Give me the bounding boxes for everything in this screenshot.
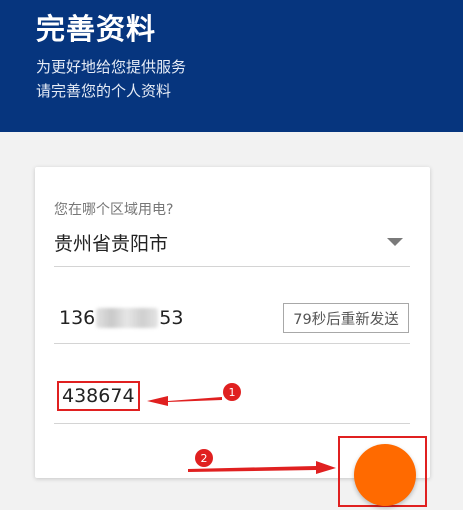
header-subtitle-line2: 请完善您的个人资料 — [36, 82, 172, 100]
dropdown-arrow-icon[interactable] — [387, 238, 403, 246]
phone-suffix: 53 — [159, 307, 184, 329]
region-select-value[interactable]: 贵州省贵阳市 — [54, 229, 168, 256]
annotation-marker-1: 1 — [223, 383, 241, 401]
submit-button[interactable] — [354, 444, 416, 506]
phone-input[interactable]: 136 53 — [59, 307, 183, 329]
page-header: 完善资料 为更好地给您提供服务 请完善您的个人资料 — [0, 0, 463, 132]
annotation-marker-2: 2 — [195, 449, 213, 467]
phone-redaction-mask — [96, 308, 159, 328]
phone-prefix: 136 — [59, 307, 96, 329]
phone-underline — [54, 343, 410, 344]
profile-form-card: 您在哪个区域用电? 贵州省贵阳市 136 53 79秒后重新发送 438674 — [35, 167, 430, 478]
region-underline — [54, 266, 410, 267]
page-title: 完善资料 — [36, 12, 157, 46]
resend-code-button[interactable]: 79秒后重新发送 — [283, 303, 409, 333]
code-underline — [54, 423, 410, 424]
verification-code-input[interactable]: 438674 — [57, 381, 140, 411]
header-subtitle-line1: 为更好地给您提供服务 — [36, 58, 187, 76]
region-label: 您在哪个区域用电? — [54, 202, 174, 218]
